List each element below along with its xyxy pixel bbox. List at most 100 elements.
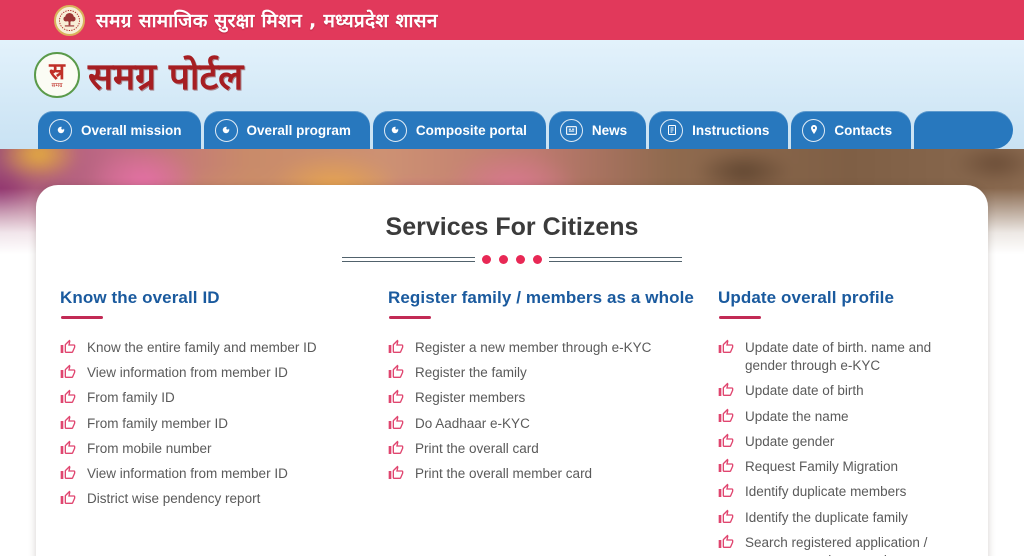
divider-dot	[482, 255, 491, 264]
service-link-text[interactable]: Register members	[415, 390, 525, 405]
service-link[interactable]: Update the name	[718, 408, 964, 426]
service-link[interactable]: Identify the duplicate family	[718, 509, 964, 527]
nav-news[interactable]: News	[548, 111, 647, 149]
nav-label: Contacts	[834, 122, 893, 138]
service-link-text[interactable]: Update gender	[745, 434, 834, 449]
heading-underline	[719, 316, 761, 319]
service-link-text[interactable]: Update date of birth. name and gender th…	[745, 340, 931, 373]
service-link-text[interactable]: Print the overall member card	[415, 466, 592, 481]
thumbs-up-icon	[60, 339, 76, 355]
service-link[interactable]: View information from member ID	[60, 465, 328, 483]
service-link[interactable]: Register the family	[388, 364, 656, 382]
service-link[interactable]: Identify duplicate members	[718, 483, 964, 501]
nav-composite-portal[interactable]: Composite portal	[372, 111, 546, 149]
samagra-logo-glyph: स्र	[49, 58, 65, 85]
service-link-text[interactable]: Register the family	[415, 365, 527, 380]
thumbs-up-icon	[60, 440, 76, 456]
service-link[interactable]: Register a new member through e-KYC	[388, 339, 656, 357]
thumbs-up-icon	[388, 339, 404, 355]
service-link-text[interactable]: Request Family Migration	[745, 459, 898, 474]
service-link[interactable]: From mobile number	[60, 440, 328, 458]
column-update-profile: Update overall profile Update date of bi…	[718, 288, 964, 556]
service-link[interactable]: Print the overall card	[388, 440, 656, 458]
portal-logo[interactable]: स्र समग्र समग्र पोर्टल	[34, 49, 243, 100]
service-link[interactable]: Update date of birth. name and gender th…	[718, 339, 964, 375]
page-title: Services For Citizens	[385, 213, 639, 241]
service-link-text[interactable]: View information from member ID	[87, 466, 288, 481]
heading-underline	[389, 316, 431, 319]
thumbs-up-icon	[718, 382, 734, 398]
service-link-text[interactable]: Know the entire family and member ID	[87, 340, 317, 355]
thumbs-up-icon	[60, 415, 76, 431]
service-link-text[interactable]: Identify the duplicate family	[745, 510, 908, 525]
column-heading: Update overall profile	[718, 288, 895, 307]
service-link[interactable]: View information from member ID	[60, 364, 328, 382]
nav-contacts[interactable]: Contacts	[791, 111, 912, 149]
service-link-text[interactable]: From family member ID	[87, 416, 228, 431]
service-link[interactable]: Request Family Migration	[718, 458, 964, 476]
service-link-text[interactable]: Print the overall card	[415, 441, 539, 456]
nav-overall-program[interactable]: Overall program	[203, 111, 370, 149]
thumbs-up-icon	[388, 364, 404, 380]
service-link-text[interactable]: Update the name	[745, 409, 849, 424]
service-link-text[interactable]: Update date of birth	[745, 383, 864, 398]
thumbs-up-icon	[718, 433, 734, 449]
thumbs-up-icon	[60, 490, 76, 506]
service-link-text[interactable]: Identify duplicate members	[745, 484, 906, 499]
title-divider	[60, 255, 964, 264]
main-nav: Overall mission Overall program Composit…	[38, 111, 1024, 149]
service-link-text[interactable]: Do Aadhaar e-KYC	[415, 416, 530, 431]
column-heading: Know the overall ID	[60, 288, 220, 307]
target-icon	[383, 118, 407, 142]
newspaper-icon	[559, 118, 583, 142]
service-link[interactable]: Register members	[388, 389, 656, 407]
nav-label: Overall program	[246, 122, 351, 138]
service-link[interactable]: Update gender	[718, 433, 964, 451]
thumbs-up-icon	[388, 440, 404, 456]
nav-label: Instructions	[692, 122, 770, 138]
samagra-logo-subtext: समग्र	[51, 81, 63, 89]
service-link[interactable]: From family member ID	[60, 415, 328, 433]
target-icon	[214, 118, 238, 142]
service-link-text[interactable]: View information from member ID	[87, 365, 288, 380]
thumbs-up-icon	[718, 408, 734, 424]
nav-label: Composite portal	[415, 122, 527, 138]
column-know-overall-id: Know the overall ID Know the entire fami…	[60, 288, 388, 556]
thumbs-up-icon	[718, 458, 734, 474]
service-link-text[interactable]: Search registered application / request …	[745, 535, 927, 556]
divider-line	[549, 257, 682, 262]
portal-header: स्र समग्र समग्र पोर्टल Overall mission O…	[0, 40, 1024, 149]
page: समग्र सामाजिक सुरक्षा मिशन , मध्यप्रदेश …	[0, 0, 1024, 556]
emblem-tree-graphic	[58, 8, 81, 32]
thumbs-up-icon	[388, 415, 404, 431]
nav-label: News	[591, 122, 628, 138]
service-link[interactable]: Know the entire family and member ID	[60, 339, 328, 357]
document-list-icon	[660, 118, 684, 142]
service-link-text[interactable]: From family ID	[87, 390, 175, 405]
service-link-text[interactable]: From mobile number	[87, 441, 212, 456]
thumbs-up-icon	[718, 339, 734, 355]
mission-title: समग्र सामाजिक सुरक्षा मिशन , मध्यप्रदेश …	[96, 10, 438, 32]
service-link[interactable]: Do Aadhaar e-KYC	[388, 415, 656, 433]
thumbs-up-icon	[388, 389, 404, 405]
service-link[interactable]: District wise pendency report	[60, 490, 328, 508]
service-link-list: Know the entire family and member ID Vie…	[60, 339, 388, 509]
samagra-logo-icon: स्र समग्र	[34, 51, 80, 98]
nav-label: Overall mission	[81, 122, 182, 138]
nav-overall-mission[interactable]: Overall mission	[38, 111, 201, 149]
service-link[interactable]: From family ID	[60, 389, 328, 407]
service-link[interactable]: Print the overall member card	[388, 465, 656, 483]
service-link-text[interactable]: Register a new member through e-KYC	[415, 340, 651, 355]
thumbs-up-icon	[718, 534, 734, 550]
divider-dot	[516, 255, 525, 264]
nav-instructions[interactable]: Instructions	[649, 111, 789, 149]
location-pin-icon	[802, 118, 826, 142]
service-link-list: Register a new member through e-KYC Regi…	[388, 339, 718, 483]
thumbs-up-icon	[718, 509, 734, 525]
mp-government-emblem-icon	[54, 4, 85, 36]
divider-line	[342, 257, 475, 262]
service-link-text[interactable]: District wise pendency report	[87, 491, 260, 506]
service-link[interactable]: Search registered application / request …	[718, 534, 964, 556]
target-icon	[49, 118, 72, 142]
service-link[interactable]: Update date of birth	[718, 382, 964, 400]
